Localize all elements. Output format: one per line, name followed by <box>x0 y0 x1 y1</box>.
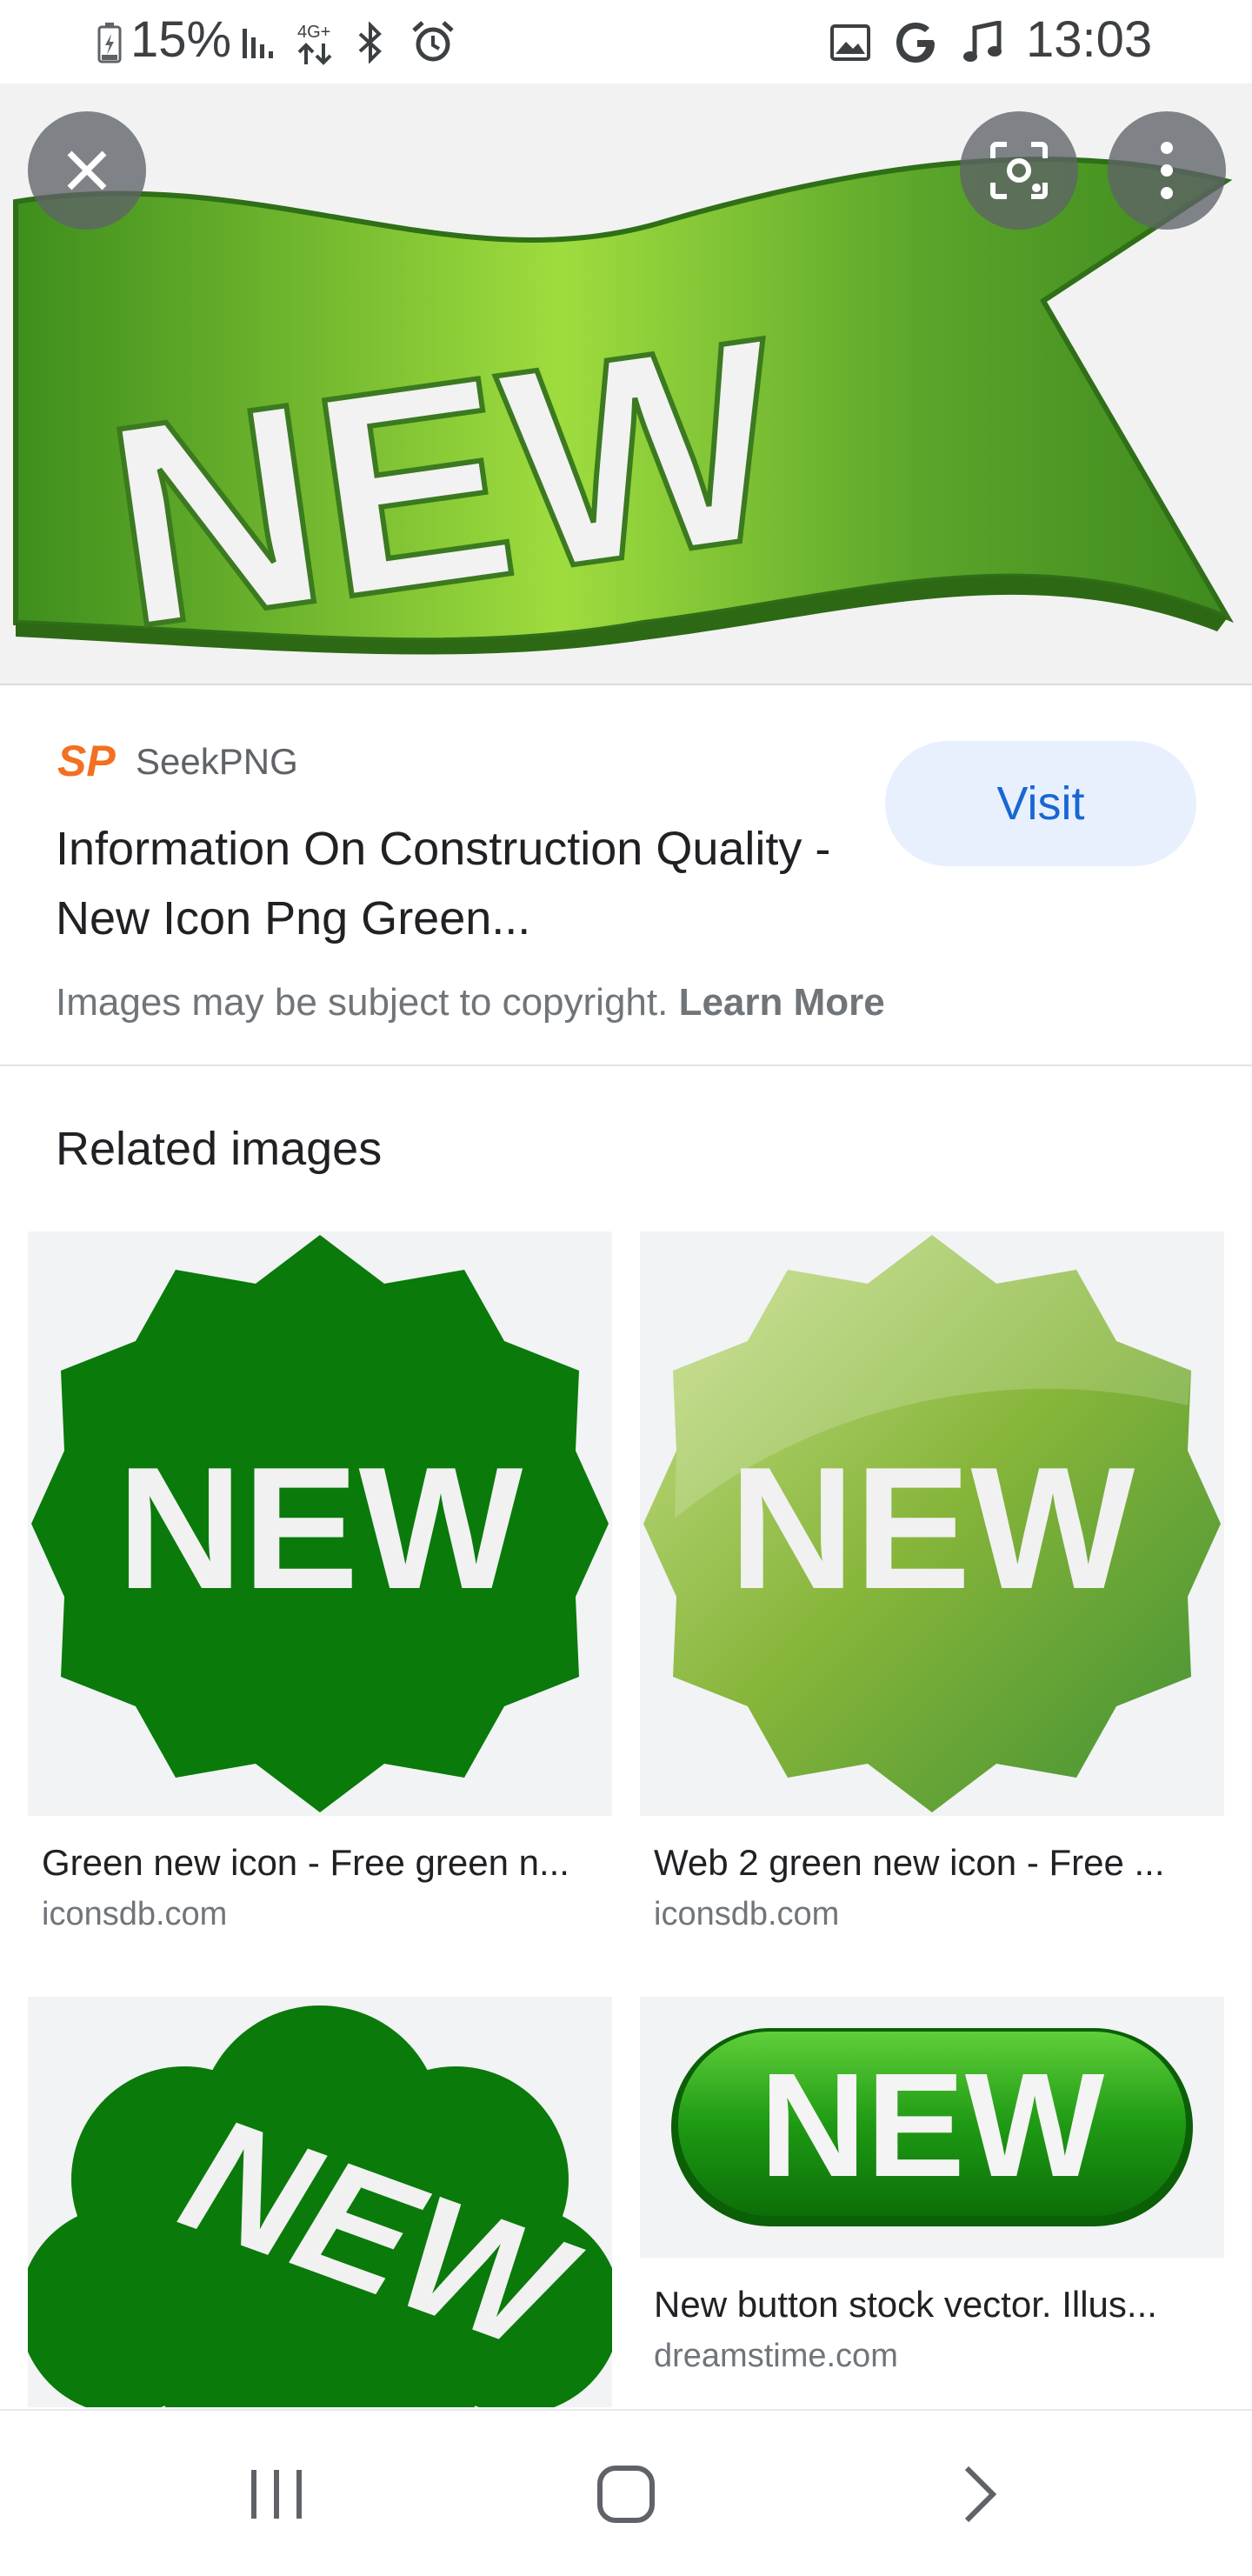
source-name[interactable]: SeekPNG <box>136 741 298 783</box>
home-icon <box>597 2466 655 2523</box>
google-icon <box>892 19 941 66</box>
image-icon <box>828 19 873 66</box>
source-logo-text: SP <box>57 737 116 785</box>
battery-percent: 15% <box>130 11 232 68</box>
visit-button[interactable]: Visit <box>885 741 1196 866</box>
lens-button[interactable] <box>960 111 1078 230</box>
recents-icon <box>251 2470 302 2519</box>
music-note-icon <box>960 19 1005 66</box>
result-title[interactable]: Information On Construction Quality - Ne… <box>56 814 838 953</box>
recents-button[interactable] <box>243 2459 313 2529</box>
bluetooth-icon <box>351 19 390 66</box>
light-green-badge-image: NEW <box>643 1235 1221 1812</box>
divider <box>0 1064 1252 1066</box>
related-image-1[interactable]: NEW <box>28 1231 612 1816</box>
related-image-4[interactable]: NEW <box>640 1997 1224 2258</box>
battery-icon <box>94 19 125 66</box>
clock: 13:03 <box>1026 11 1153 68</box>
copyright-notice: Images may be subject to copyright. Lear… <box>56 981 885 1024</box>
close-button[interactable] <box>28 111 146 230</box>
cloud-badge-image: NEW <box>28 2005 612 2407</box>
related-title-1[interactable]: Green new icon - Free green n... <box>42 1842 569 1884</box>
related-image-3[interactable]: NEW <box>28 1997 612 2407</box>
copyright-text: Images may be subject to copyright. <box>56 981 669 1024</box>
alarm-icon <box>409 19 457 66</box>
badge-text: NEW <box>117 1431 523 1625</box>
related-title-4[interactable]: New button stock vector. Illus... <box>654 2284 1157 2326</box>
signal-icon <box>240 19 282 66</box>
related-source-1: iconsdb.com <box>42 1896 228 1932</box>
status-bar: 15% 4G+ 13:03 <box>0 0 1252 83</box>
button-text: NEW <box>760 2043 1105 2208</box>
source-logo: SP <box>57 736 118 785</box>
more-vert-icon <box>1161 142 1173 199</box>
more-options-button[interactable] <box>1108 111 1226 230</box>
badge-text: NEW <box>729 1431 1135 1625</box>
back-icon <box>964 2466 997 2523</box>
preview-image[interactable]: NEW <box>0 83 1252 685</box>
lens-icon <box>990 142 1048 199</box>
related-title-2[interactable]: Web 2 green new icon - Free ... <box>654 1842 1165 1884</box>
related-images-heading: Related images <box>56 1123 383 1175</box>
navigation-bar <box>0 2409 1252 2576</box>
related-image-2[interactable]: NEW <box>640 1231 1224 1816</box>
learn-more-link[interactable]: Learn More <box>679 981 885 1024</box>
network-type: 4G+ <box>297 23 331 42</box>
green-badge-image: NEW <box>31 1235 609 1812</box>
home-button[interactable] <box>591 2459 661 2529</box>
related-source-4: dreamstime.com <box>654 2338 898 2374</box>
new-button-image: NEW <box>671 2028 1193 2226</box>
back-button[interactable] <box>944 2459 1014 2529</box>
related-source-2: iconsdb.com <box>654 1896 840 1932</box>
data-icon: 4G+ <box>292 23 341 68</box>
close-icon <box>67 150 107 190</box>
